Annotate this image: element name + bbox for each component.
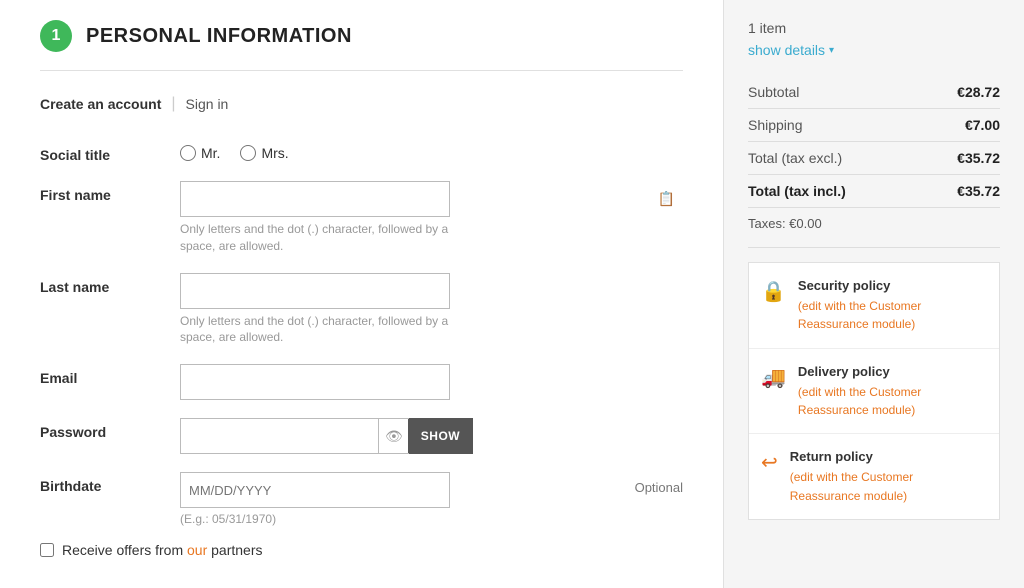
security-policy-edit: (edit with the Customer Reassurance modu…	[798, 299, 921, 331]
show-password-button[interactable]: SHOW	[408, 418, 473, 454]
subtotal-row: Subtotal €28.72	[748, 76, 1000, 109]
calendar-icon: 📋	[658, 191, 675, 208]
show-details-text: show details	[748, 42, 825, 58]
shipping-label: Shipping	[748, 117, 803, 133]
email-field	[180, 364, 683, 400]
total-excl-value: €35.72	[957, 150, 1000, 166]
return-policy-text: Return policy (edit with the Customer Re…	[790, 448, 987, 505]
item-count: 1 item	[748, 20, 1000, 36]
first-name-label: First name	[40, 181, 180, 203]
password-field: 👁 SHOW	[180, 418, 683, 454]
total-incl-row: Total (tax incl.) €35.72	[748, 175, 1000, 208]
policy-section: 🔒 Security policy (edit with the Custome…	[748, 262, 1000, 520]
truck-icon: 🚚	[761, 365, 786, 390]
delivery-policy-edit: (edit with the Customer Reassurance modu…	[798, 385, 921, 417]
partners-offer-label: Receive offers from our partners	[62, 542, 263, 558]
delivery-policy-text: Delivery policy (edit with the Customer …	[798, 363, 987, 420]
show-details-link[interactable]: show details ▾	[748, 42, 1000, 58]
eye-icon: 👁	[378, 418, 409, 454]
mrs-radio-label[interactable]: Mrs.	[240, 145, 288, 161]
first-name-input-wrapper: 📋	[180, 181, 683, 217]
chevron-down-icon: ▾	[829, 45, 834, 56]
delivery-policy-title: Delivery policy	[798, 363, 987, 381]
auth-separator: |	[171, 95, 175, 113]
mr-radio-label[interactable]: Mr.	[180, 145, 220, 161]
social-title-label: Social title	[40, 141, 180, 163]
total-excl-label: Total (tax excl.)	[748, 150, 842, 166]
section-header: 1 PERSONAL INFORMATION	[40, 20, 683, 52]
mrs-radio[interactable]	[240, 145, 256, 161]
auth-links: Create an account | Sign in	[40, 95, 683, 113]
partners-offer-checkbox[interactable]	[40, 543, 54, 557]
total-incl-label: Total (tax incl.)	[748, 183, 846, 199]
birthdate-input[interactable]	[180, 472, 450, 508]
email-row: Email	[40, 364, 683, 400]
first-name-row: First name 📋 Only letters and the dot (.…	[40, 181, 683, 255]
lock-icon: 🔒	[761, 279, 786, 304]
email-label: Email	[40, 364, 180, 386]
return-policy-item: ↩ Return policy (edit with the Customer …	[749, 434, 999, 519]
last-name-input[interactable]	[180, 273, 450, 309]
security-policy-text: Security policy (edit with the Customer …	[798, 277, 987, 334]
email-input[interactable]	[180, 364, 450, 400]
divider	[40, 70, 683, 71]
order-summary-panel: 1 item show details ▾ Subtotal €28.72 Sh…	[724, 0, 1024, 588]
mrs-label-text: Mrs.	[261, 145, 288, 161]
page-title: PERSONAL INFORMATION	[86, 25, 352, 48]
password-label: Password	[40, 418, 180, 440]
create-account-link[interactable]: Create an account	[40, 96, 161, 112]
last-name-hint: Only letters and the dot (.) character, …	[180, 313, 450, 347]
mr-label-text: Mr.	[201, 145, 220, 161]
partners-offer-link[interactable]: our	[187, 542, 207, 558]
last-name-label: Last name	[40, 273, 180, 295]
shipping-row: Shipping €7.00	[748, 109, 1000, 142]
subtotal-value: €28.72	[957, 84, 1000, 100]
last-name-field: Only letters and the dot (.) character, …	[180, 273, 683, 347]
security-policy-item: 🔒 Security policy (edit with the Custome…	[749, 263, 999, 349]
security-policy-title: Security policy	[798, 277, 987, 295]
taxes-line: Taxes: €0.00	[748, 208, 1000, 248]
birthdate-row: Birthdate (E.g.: 05/31/1970) Optional	[40, 472, 683, 526]
return-policy-title: Return policy	[790, 448, 987, 466]
step-badge: 1	[40, 20, 72, 52]
mr-radio[interactable]	[180, 145, 196, 161]
first-name-field: 📋 Only letters and the dot (.) character…	[180, 181, 683, 255]
shipping-value: €7.00	[965, 117, 1000, 133]
first-name-input[interactable]	[180, 181, 450, 217]
social-title-row: Social title Mr. Mrs.	[40, 141, 683, 163]
delivery-policy-item: 🚚 Delivery policy (edit with the Custome…	[749, 349, 999, 435]
return-icon: ↩	[761, 450, 778, 475]
partners-offer-row: Receive offers from our partners	[40, 542, 683, 558]
sign-in-link[interactable]: Sign in	[186, 96, 229, 112]
subtotal-label: Subtotal	[748, 84, 799, 100]
total-incl-value: €35.72	[957, 183, 1000, 199]
last-name-row: Last name Only letters and the dot (.) c…	[40, 273, 683, 347]
total-excl-row: Total (tax excl.) €35.72	[748, 142, 1000, 175]
password-wrapper: 👁 SHOW	[180, 418, 450, 454]
birthdate-hint: (E.g.: 05/31/1970)	[180, 512, 619, 526]
password-row: Password 👁 SHOW	[40, 418, 683, 454]
birthdate-field: (E.g.: 05/31/1970)	[180, 472, 619, 526]
last-name-input-wrapper	[180, 273, 683, 309]
return-policy-edit: (edit with the Customer Reassurance modu…	[790, 470, 913, 502]
password-input[interactable]	[180, 418, 378, 454]
social-title-field: Mr. Mrs.	[180, 141, 683, 161]
first-name-hint: Only letters and the dot (.) character, …	[180, 221, 450, 255]
optional-label: Optional	[635, 472, 683, 495]
birthdate-label: Birthdate	[40, 472, 180, 494]
form-panel: 1 PERSONAL INFORMATION Create an account…	[0, 0, 724, 588]
